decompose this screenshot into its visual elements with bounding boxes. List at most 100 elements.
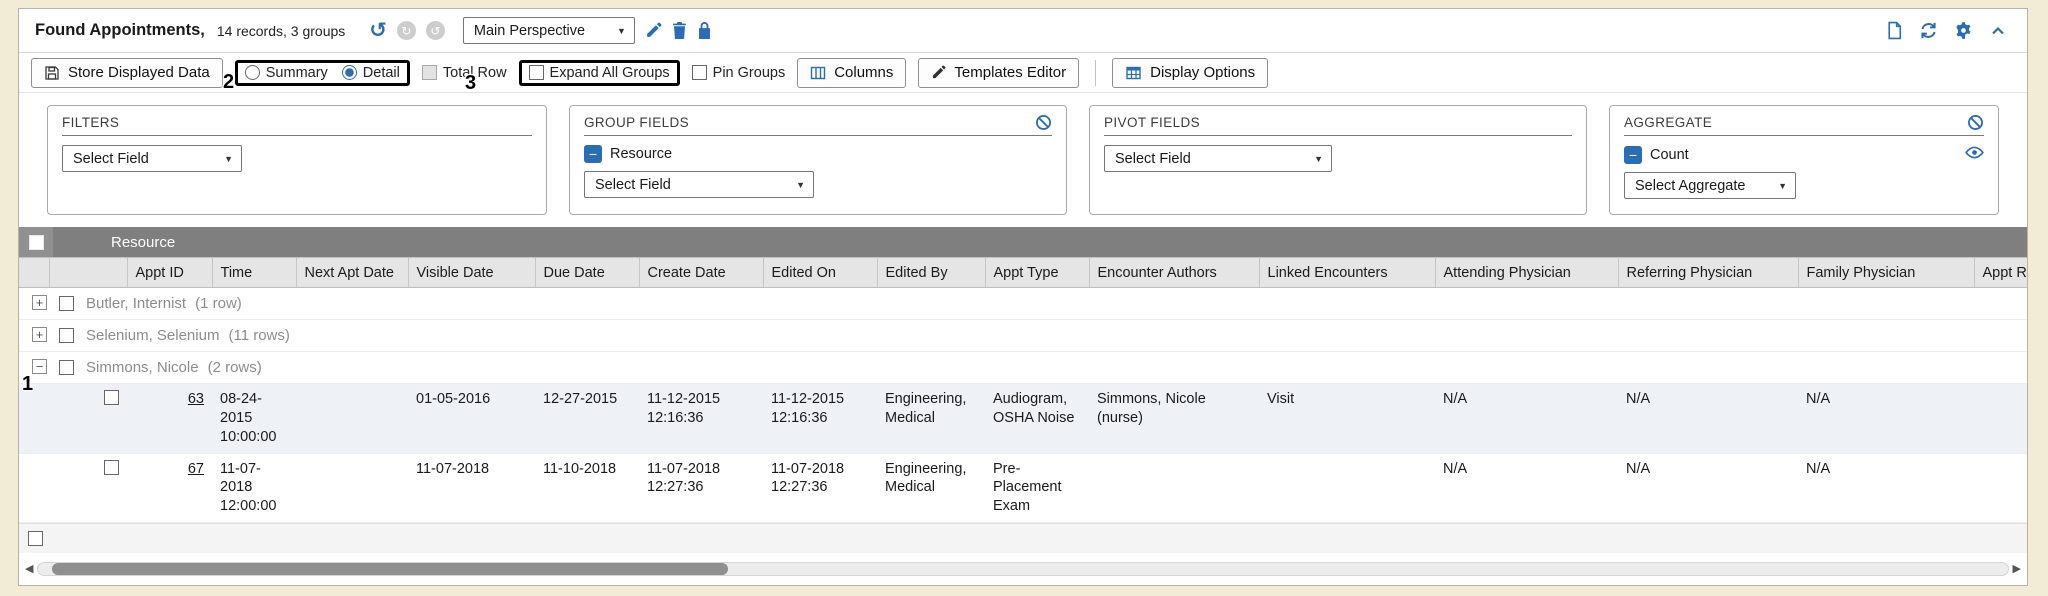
filters-field-value: Select Field (73, 151, 149, 167)
annotation-step-1: 1 (22, 373, 33, 396)
remove-field-icon[interactable]: − (1624, 146, 1642, 164)
grid-viewport: Appt ID Time Next Apt Date Visible Date … (19, 257, 2027, 523)
table-row: 63 08-24-2015 10:00:00 01-05-2016 12-27-… (19, 384, 2027, 454)
cell-referring-physician: N/A (1618, 384, 1798, 454)
scroll-right-icon[interactable]: ▶ (2013, 564, 2021, 575)
lock-icon[interactable] (697, 22, 712, 39)
columns-button[interactable]: Columns (797, 58, 906, 88)
cell-edited-on: 11-12-2015 12:16:36 (763, 384, 877, 454)
cell-next-apt-date (296, 453, 408, 523)
pivot-fields-panel: PIVOT FIELDS Select Field ▼ (1089, 105, 1587, 215)
group-fields-panel: GROUP FIELDS − Resource Select Field ▼ (569, 105, 1067, 215)
group-row: + Selenium, Selenium (11 rows) (19, 320, 2027, 352)
summary-radio-option[interactable]: Summary (245, 65, 328, 81)
footer-checkbox[interactable] (28, 531, 43, 546)
pivot-field-value: Select Field (1115, 151, 1191, 167)
column-header[interactable]: Next Apt Date (296, 258, 408, 288)
column-header[interactable]: Due Date (535, 258, 639, 288)
settings-gear-icon[interactable] (1954, 21, 1973, 40)
delete-perspective-icon[interactable] (672, 22, 687, 39)
group-field-item: − Resource (584, 145, 1052, 163)
column-header[interactable]: Family Physician (1798, 258, 1974, 288)
cell-create-date: 11-12-2015 12:16:36 (639, 384, 763, 454)
visibility-eye-icon[interactable] (1965, 145, 1984, 164)
edit-perspective-icon[interactable] (645, 22, 662, 39)
expand-toggle-icon[interactable]: + (32, 295, 47, 310)
column-header[interactable]: Edited On (763, 258, 877, 288)
column-header[interactable]: Time (212, 258, 296, 288)
remove-field-icon[interactable]: − (584, 145, 602, 163)
pin-groups-option[interactable]: Pin Groups (692, 65, 786, 81)
scrollbar-thumb[interactable] (52, 563, 728, 575)
summary-radio[interactable] (245, 65, 260, 80)
group-checkbox[interactable] (59, 296, 74, 311)
refresh-icon[interactable] (1919, 21, 1938, 40)
cell-time: 11-07-2018 12:00:00 (212, 453, 296, 523)
column-header[interactable]: Linked Encounters (1259, 258, 1435, 288)
column-header[interactable]: Attending Physician (1435, 258, 1618, 288)
aggregate-select[interactable]: Select Aggregate ▼ (1624, 172, 1796, 199)
perspective-select[interactable]: Main Perspective ▼ (463, 17, 635, 44)
collapse-chevron-icon[interactable] (1989, 23, 2007, 39)
appt-id-link[interactable]: 67 (188, 461, 204, 477)
appointments-panel: 1 2 3 Found Appointments, 14 records, 3 … (18, 8, 2028, 586)
pivot-fields-title: PIVOT FIELDS (1104, 115, 1200, 130)
column-header[interactable]: Encounter Authors (1089, 258, 1259, 288)
store-displayed-data-button[interactable]: Store Displayed Data (31, 58, 223, 88)
column-header[interactable]: Appt ID (127, 258, 212, 288)
scrollbar-track[interactable] (37, 562, 2008, 576)
column-header[interactable]: Visible Date (408, 258, 535, 288)
appt-id-link[interactable]: 63 (188, 391, 204, 407)
redo-icon: ↻ (397, 21, 416, 40)
detail-radio-option[interactable]: Detail (342, 65, 400, 81)
chevron-down-icon: ▼ (1314, 154, 1323, 164)
pin-groups-checkbox[interactable] (692, 65, 707, 80)
scroll-left-icon[interactable]: ◀ (25, 564, 33, 575)
display-options-button[interactable]: Display Options (1112, 58, 1268, 88)
group-checkbox[interactable] (59, 328, 74, 343)
group-field-label: Resource (610, 146, 672, 162)
cell-create-date: 11-07-2018 12:27:36 (639, 453, 763, 523)
field-panels: FILTERS Select Field ▼ GROUP FIELDS − Re… (19, 93, 2027, 227)
clear-group-fields-icon[interactable] (1035, 114, 1052, 131)
document-icon[interactable] (1886, 21, 1903, 40)
chevron-down-icon: ▼ (224, 154, 233, 164)
collapse-toggle-icon[interactable]: − (32, 359, 47, 374)
filters-field-select[interactable]: Select Field ▼ (62, 145, 242, 172)
expand-all-checkbox[interactable] (529, 65, 544, 80)
group-field-select[interactable]: Select Field ▼ (584, 171, 814, 198)
results-grid: Resource Appt ID Time Next (19, 227, 2027, 557)
group-row: + Butler, Internist (1 row) (19, 288, 2027, 320)
expand-all-callout: Expand All Groups (519, 60, 680, 86)
group-row: − Simmons, Nicole (2 rows) (19, 352, 2027, 384)
pivot-field-select[interactable]: Select Field ▼ (1104, 145, 1332, 172)
templates-editor-label: Templates Editor (954, 64, 1066, 81)
column-header-row: Appt ID Time Next Apt Date Visible Date … (19, 258, 2027, 288)
group-checkbox[interactable] (59, 360, 74, 375)
undo-icon[interactable]: ↺ (369, 20, 387, 41)
column-header[interactable]: Referring Physician (1618, 258, 1798, 288)
cell-due-date: 12-27-2015 (535, 384, 639, 454)
templates-editor-button[interactable]: Templates Editor (918, 58, 1079, 88)
detail-radio[interactable] (342, 65, 357, 80)
select-all-checkbox[interactable] (29, 235, 44, 250)
expand-toggle-icon[interactable]: + (32, 327, 47, 342)
row-checkbox[interactable] (104, 460, 119, 475)
row-checkbox[interactable] (104, 390, 119, 405)
column-header[interactable]: Edited By (877, 258, 985, 288)
expand-all-label: Expand All Groups (550, 65, 670, 81)
cell-referring-physician: N/A (1618, 453, 1798, 523)
clear-aggregate-icon[interactable] (1967, 114, 1984, 131)
expand-all-option[interactable]: Expand All Groups (529, 65, 670, 81)
total-row-checkbox[interactable] (422, 65, 437, 80)
perspective-value: Main Perspective (474, 23, 585, 39)
column-header[interactable]: Create Date (639, 258, 763, 288)
store-button-label: Store Displayed Data (68, 64, 210, 81)
column-header[interactable]: Appt Type (985, 258, 1089, 288)
cell-appt-re (1974, 384, 2027, 454)
columns-button-label: Columns (834, 64, 893, 81)
column-header[interactable]: Appt Re (1974, 258, 2027, 288)
cell-attending-physician: N/A (1435, 453, 1618, 523)
aggregate-select-value: Select Aggregate (1635, 178, 1745, 194)
top-right-actions (1886, 21, 2011, 40)
